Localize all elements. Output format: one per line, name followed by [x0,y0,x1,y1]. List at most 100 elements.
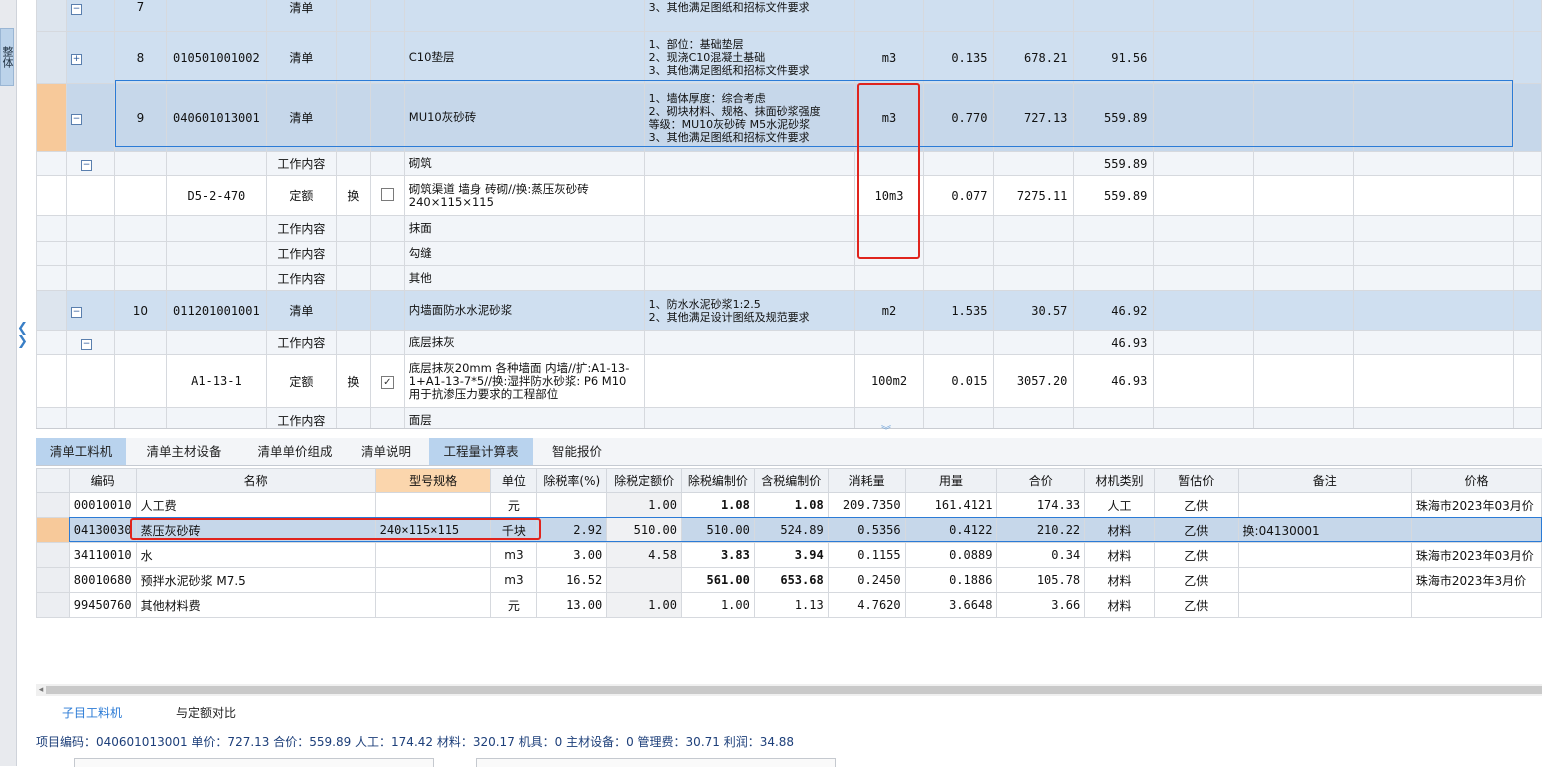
cell-tax-rate[interactable]: 13.00 [536,592,608,618]
cell-note[interactable]: 换:04130001 [1237,517,1412,543]
cell-provisional[interactable]: 乙供 [1153,517,1239,543]
material-row[interactable]: 34110010 水 m3 3.00 4.58 3.83 3.94 0.1155 0.0889 0… [36,542,1542,568]
expand-icon[interactable]: − [70,114,82,125]
cell-name[interactable]: 蒸压灰砂砖 [135,517,376,543]
expand-icon[interactable]: + [70,54,82,65]
tab-bill-labor-material[interactable]: 清单工料机 [36,438,126,465]
cell-net-price[interactable]: 510.00 [681,517,755,543]
row-check[interactable] [369,31,405,84]
cell-code[interactable]: 04130030 [68,517,137,543]
cell-total[interactable]: 210.22 [996,517,1086,543]
cell-usage[interactable]: 0.0889 [904,542,998,568]
row-check[interactable] [369,330,405,355]
cell-note[interactable] [1237,567,1412,593]
cell-gross-price[interactable]: 1.08 [753,492,829,518]
cell-net-price[interactable]: 1.00 [681,592,755,618]
cell-spec[interactable] [374,567,492,593]
cell-name[interactable]: 人工费 [135,492,376,518]
expand-icon[interactable]: − [70,307,82,318]
cell-consumption[interactable]: 209.7350 [827,492,906,518]
horizontal-scrollbar[interactable]: ◂ [36,684,1542,696]
header-spec[interactable]: 型号规格 [374,468,492,493]
row-check[interactable] [369,0,405,32]
cell-code[interactable]: 00010010 [68,492,137,518]
material-row[interactable]: 00010010 人工费元 1.00 1.08 1.08 209.7350 161.4121… [36,492,1542,518]
row-check[interactable] [369,83,405,152]
tree-toggle[interactable] [65,215,115,242]
cell-gross-price[interactable]: 524.89 [753,517,829,543]
checked-checkbox-icon[interactable]: ✓ [380,375,394,389]
tree-toggle[interactable] [65,265,115,291]
bill-row[interactable]: D5-2-470 定额换砌筑渠道 墙身 砖砌//换:蒸压灰砂砖 240×115×1… [36,175,1542,216]
cell-spec[interactable] [374,492,492,518]
bill-row[interactable]: − 10 011201001001 清单 内墙面防水水泥砂浆 1、防水水泥砂浆1:2.5 … [36,290,1542,331]
expand-icon[interactable]: − [70,3,82,15]
cell-code[interactable]: 99450760 [68,592,137,618]
header-name[interactable]: 名称 [135,468,376,493]
tree-toggle[interactable] [65,407,115,428]
header-category[interactable]: 材机类别 [1084,468,1155,493]
checkbox-icon[interactable] [380,187,394,201]
tab-bill-description[interactable]: 清单说明 [354,438,418,465]
cell-usage[interactable]: 3.6648 [904,592,998,618]
header-net-price[interactable]: 除税编制价 [681,468,755,493]
collapse-panel-icon[interactable]: ❮ ❯ [17,322,35,350]
header-total[interactable]: 合价 [996,468,1086,493]
tree-toggle[interactable] [65,241,115,266]
cell-price-source[interactable]: 珠海市2023年3月价 [1410,567,1542,593]
cell-gross-price[interactable]: 1.13 [753,592,829,618]
cell-code[interactable]: 34110010 [68,542,137,568]
bill-row[interactable]: 工作内容 面层 [36,407,1542,428]
bill-row[interactable]: +8 010501001002 清单 C10垫层 1、部位：基础垫层 2、现浇C10混凝… [36,31,1542,84]
row-gutter[interactable] [36,517,70,543]
cell-category[interactable]: 材料 [1084,542,1155,568]
bill-row[interactable]: − 7 清单 3、其他满足图纸和招标文件要求 [36,0,1542,32]
cell-tax-rate[interactable] [536,492,608,518]
row-gutter[interactable] [36,492,70,518]
row-check[interactable] [369,175,405,216]
cell-consumption[interactable]: 0.1155 [827,542,906,568]
header-code[interactable]: 编码 [68,468,137,493]
cell-category[interactable]: 人工 [1084,492,1155,518]
row-check[interactable] [369,241,405,266]
cell-total[interactable]: 0.34 [996,542,1086,568]
cell-tax-rate[interactable]: 16.52 [536,567,608,593]
header-tax-rate[interactable]: 除税率(%) [536,468,608,493]
tree-toggle[interactable]: − [65,0,115,32]
cell-category[interactable]: 材料 [1084,592,1155,618]
cell-quota-price[interactable]: 1.00 [606,492,683,518]
cell-net-price[interactable]: 561.00 [681,567,755,593]
row-check[interactable] [369,407,405,428]
material-row[interactable]: 99450760 其他材料费元 13.00 1.00 1.00 1.13 4.7620 3.6… [36,592,1542,618]
collapse-icon[interactable]: − [80,339,92,350]
cell-quota-price[interactable] [606,567,683,593]
row-check[interactable] [369,215,405,242]
cell-tax-rate[interactable]: 2.92 [536,517,608,543]
cell-consumption[interactable]: 4.7620 [827,592,906,618]
cell-total[interactable]: 174.33 [996,492,1086,518]
cell-gross-price[interactable]: 3.94 [753,542,829,568]
row-gutter[interactable] [36,542,70,568]
header-quota-price[interactable]: 除税定额价 [606,468,683,493]
bill-row[interactable]: 工作内容 勾缝 [36,241,1542,266]
cell-price-source[interactable] [1410,592,1542,618]
material-row[interactable]: 80010680 预拌水泥砂浆 M7.5 m3 16.52 561.00 653.68 0.… [36,567,1542,593]
header-price-source[interactable]: 价格 [1410,468,1542,493]
cell-unit[interactable]: 元 [490,592,538,618]
cell-net-price[interactable]: 3.83 [681,542,755,568]
header-note[interactable]: 备注 [1237,468,1412,493]
tree-toggle[interactable] [65,354,115,408]
cell-gross-price[interactable]: 653.68 [753,567,829,593]
cell-quota-price[interactable]: 510.00 [606,517,683,543]
cell-provisional[interactable]: 乙供 [1153,567,1239,593]
cell-quota-price[interactable]: 1.00 [606,592,683,618]
tab-bill-unit-price[interactable]: 清单单价组成 [242,438,348,465]
bill-row[interactable]: 工作内容 抹面 [36,215,1542,242]
scroll-left-icon[interactable]: ◂ [36,684,46,696]
cell-spec[interactable] [374,592,492,618]
tab-smart-quote[interactable]: 智能报价 [539,438,615,465]
bill-row[interactable]: − 工作内容 底层抹灰 46.93 [36,330,1542,355]
cell-net-price[interactable]: 1.08 [681,492,755,518]
cell-quota-price[interactable]: 4.58 [606,542,683,568]
cell-price-source[interactable]: 珠海市2023年03月价 [1410,492,1542,518]
